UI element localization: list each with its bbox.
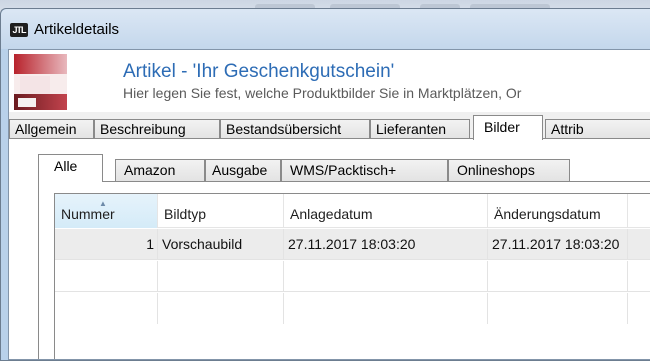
- tab-lieferanten[interactable]: Lieferanten: [370, 119, 470, 139]
- jtl-app-icon: JTL: [10, 23, 28, 37]
- main-tab-strip: Allgemein Beschreibung Bestandsübersicht…: [9, 113, 650, 140]
- subtab-ausgabe[interactable]: Ausgabe: [205, 159, 281, 181]
- empty-cell: [55, 293, 158, 324]
- subtab-alle[interactable]: Alle: [38, 154, 103, 182]
- subtab-onlineshops[interactable]: Onlineshops: [448, 159, 570, 181]
- column-header-nummer[interactable]: ▲ Nummer: [55, 194, 158, 228]
- product-thumbnail: [14, 54, 67, 110]
- tab-allgemein[interactable]: Allgemein: [9, 119, 94, 139]
- grid-header: ▲ Nummer Bildtyp Anlagedatum Änderungsda…: [55, 194, 650, 228]
- empty-cell: [158, 261, 284, 292]
- bilder-panel: Alle Amazon Ausgabe WMS/Packtisch+ Onlin…: [9, 138, 650, 359]
- window-title: Artikeldetails: [34, 21, 120, 38]
- empty-cell: [284, 261, 488, 292]
- empty-cell: [488, 261, 628, 292]
- column-header-anlagedatum[interactable]: Anlagedatum: [284, 194, 488, 228]
- cell-bildtyp: Vorschaubild: [158, 229, 284, 260]
- cell-anlagedatum: 27.11.2017 18:03:20: [284, 229, 488, 260]
- empty-cell: [284, 293, 488, 324]
- subtab-wms-packtisch[interactable]: WMS/Packtisch+: [281, 159, 448, 181]
- empty-cell: [158, 293, 284, 324]
- tab-beschreibung[interactable]: Beschreibung: [94, 119, 220, 139]
- window-client-area: Artikel - 'Ihr Geschenkgutschein' Hier l…: [8, 49, 650, 360]
- table-row[interactable]: [55, 261, 650, 292]
- tab-attribute[interactable]: Attrib: [545, 119, 650, 139]
- subtab-amazon[interactable]: Amazon: [115, 159, 205, 181]
- column-header-bildtyp[interactable]: Bildtyp: [158, 194, 284, 228]
- empty-cell: [488, 293, 628, 324]
- table-row[interactable]: [55, 293, 650, 324]
- empty-cell: [55, 261, 158, 292]
- column-header-aenderungsdatum[interactable]: Änderungsdatum: [488, 194, 628, 228]
- article-subtitle: Hier legen Sie fest, welche Produktbilde…: [123, 85, 522, 101]
- tab-bestandsuebersicht[interactable]: Bestandsübersicht: [220, 119, 370, 139]
- tab-bilder[interactable]: Bilder: [473, 115, 543, 140]
- cell-aenderungsdatum: 27.11.2017 18:03:20: [488, 229, 628, 260]
- article-title: Artikel - 'Ihr Geschenkgutschein': [123, 61, 395, 82]
- table-row[interactable]: 1 Vorschaubild 27.11.2017 18:03:20 27.11…: [55, 229, 650, 260]
- artikeldetails-window: JTL Artikeldetails Artikel - 'Ihr Gesche…: [0, 8, 650, 361]
- image-list-panel: ▲ Nummer Bildtyp Anlagedatum Änderungsda…: [38, 181, 650, 359]
- title-bar[interactable]: JTL Artikeldetails: [1, 9, 650, 49]
- sort-ascending-icon: ▲: [99, 199, 107, 208]
- images-grid[interactable]: ▲ Nummer Bildtyp Anlagedatum Änderungsda…: [54, 193, 650, 359]
- article-header: Artikel - 'Ihr Geschenkgutschein' Hier l…: [9, 50, 650, 112]
- cell-nummer: 1: [55, 229, 158, 260]
